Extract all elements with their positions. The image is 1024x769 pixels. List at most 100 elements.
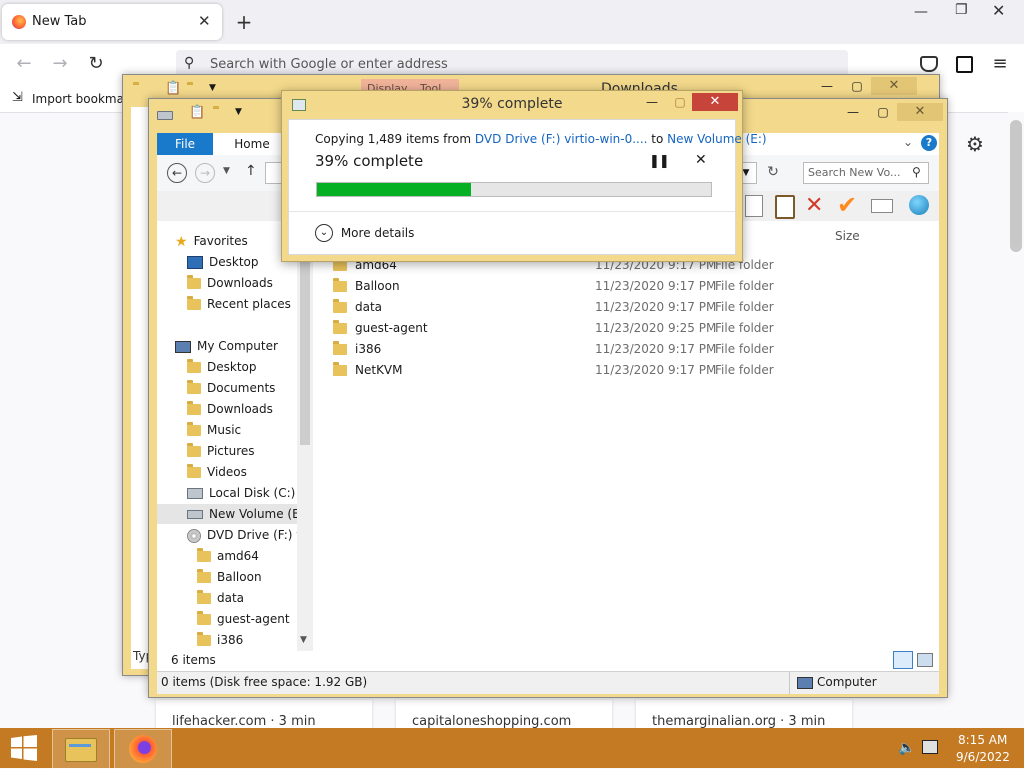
close-button[interactable]: ✕ [871, 77, 917, 95]
drive-icon [157, 111, 173, 120]
pictures-folder-icon [187, 443, 201, 457]
maximize-button[interactable]: ▢ [869, 103, 897, 121]
file-row[interactable]: i386 11/23/2020 9:17 PM File folder [333, 339, 933, 360]
window-restore-icon[interactable]: ❐ [955, 2, 968, 18]
checkmark-icon[interactable]: ✔ [837, 191, 857, 219]
nav-new-volume-e[interactable]: New Volume (E:) [157, 504, 308, 524]
close-button[interactable]: ✕ [897, 103, 943, 121]
paste-clipboard-icon[interactable] [775, 195, 795, 219]
forward-arrow-icon[interactable]: → [48, 52, 72, 76]
nav-computer-pictures[interactable]: Pictures [187, 441, 255, 461]
nav-scroll-thumb[interactable] [300, 235, 310, 445]
percent-complete: 39% complete [315, 152, 424, 170]
nav-local-disk-c[interactable]: Local Disk (C:) [187, 483, 295, 503]
window-close-icon[interactable]: ✕ [992, 1, 1005, 20]
rename-icon[interactable] [871, 199, 893, 213]
page-scrollbar[interactable] [1008, 112, 1024, 728]
file-row[interactable]: Balloon 11/23/2020 9:17 PM File folder [333, 276, 933, 297]
account-icon[interactable] [956, 56, 973, 73]
nav-computer-music[interactable]: Music [187, 420, 241, 440]
windows-drive-icon [187, 488, 203, 499]
nav-computer-videos[interactable]: Videos [187, 462, 247, 482]
copy-icon[interactable] [745, 195, 763, 217]
file-row[interactable]: NetKVM 11/23/2020 9:17 PM File folder [333, 360, 933, 381]
pause-icon[interactable]: ❚❚ [649, 154, 670, 169]
nav-my-computer[interactable]: My Computer [175, 336, 278, 356]
nav-scroll-down-icon[interactable]: ▼ [300, 635, 307, 645]
nav-favorites-desktop[interactable]: Desktop [187, 252, 259, 272]
nav-favorites[interactable]: ★ Favorites [175, 231, 248, 251]
nav-dvd-amd64[interactable]: amd64 [197, 546, 259, 566]
tab-home[interactable]: Home [227, 133, 277, 155]
menu-hamburger-icon[interactable]: ≡ [988, 52, 1012, 76]
nav-dvd-data[interactable]: data [197, 588, 244, 608]
folder-icon [197, 569, 211, 583]
delete-x-icon[interactable]: ✕ [805, 193, 823, 218]
nav-dvd-balloon[interactable]: Balloon [197, 567, 262, 587]
network-icon[interactable] [922, 740, 938, 754]
minimize-button[interactable]: — [638, 93, 666, 111]
recent-locations-dropdown-icon[interactable]: ▼ [223, 166, 230, 176]
import-bookmarks-link[interactable]: Import bookmark [32, 92, 136, 106]
cancel-x-icon[interactable]: ✕ [695, 152, 707, 168]
clock-time[interactable]: 8:15 AM [958, 733, 1007, 747]
search-box[interactable]: Search New Vo... ⚲ [803, 162, 929, 184]
quick-access-dropdown-icon[interactable]: ▼ [235, 107, 242, 117]
file-list: Size amd64 11/23/2020 9:17 PM File folde… [313, 221, 939, 651]
nav-computer-downloads[interactable]: Downloads [187, 399, 273, 419]
folder-icon [333, 278, 347, 292]
minimize-button[interactable]: — [839, 103, 867, 121]
refresh-icon[interactable]: ↻ [763, 162, 783, 182]
back-arrow-icon[interactable]: ← [12, 52, 36, 76]
window-minimize-icon[interactable]: — [914, 4, 928, 20]
ribbon-expand-chevron-icon[interactable]: ⌄ [903, 135, 913, 149]
start-button[interactable] [0, 728, 48, 768]
nav-computer-desktop[interactable]: Desktop [187, 357, 257, 377]
progress-bar [316, 182, 712, 197]
help-icon[interactable]: ? [921, 135, 937, 151]
nav-dvd-drive-f[interactable]: DVD Drive (F:) vir [187, 525, 312, 545]
new-tab-plus-icon[interactable]: + [232, 10, 256, 34]
forward-button[interactable]: → [195, 163, 215, 183]
settings-gear-icon[interactable]: ⚙ [966, 132, 984, 156]
file-row[interactable]: guest-agent 11/23/2020 9:25 PM File fold… [333, 318, 933, 339]
up-arrow-icon[interactable]: ↑ [245, 163, 257, 179]
maximize-button[interactable]: ▢ [843, 77, 871, 95]
page-scroll-thumb[interactable] [1010, 120, 1022, 252]
destination-link[interactable]: New Volume (E:) [667, 132, 766, 146]
more-details-button[interactable]: ⌄ More details [315, 224, 414, 242]
quick-access-dropdown-icon[interactable]: ▼ [209, 83, 216, 93]
details-view-icon[interactable] [893, 651, 913, 669]
file-type: File folder [715, 321, 774, 335]
minimize-button[interactable]: — [813, 77, 841, 95]
nav-dvd-i386[interactable]: i386 [197, 630, 243, 650]
taskbar-file-explorer[interactable] [52, 729, 110, 769]
browser-tab-new-tab[interactable]: New Tab ✕ [2, 4, 222, 40]
nav-dvd-guest-agent[interactable]: guest-agent [197, 609, 290, 629]
clock-date[interactable]: 9/6/2022 [956, 750, 1010, 764]
url-placeholder: Search with Google or enter address [210, 57, 448, 72]
maximize-button[interactable]: ▢ [666, 93, 694, 111]
source-link[interactable]: DVD Drive (F:) virtio-win-0.... [475, 132, 648, 146]
nav-favorites-recent[interactable]: Recent places [187, 294, 291, 314]
globe-icon[interactable] [909, 195, 929, 215]
back-button[interactable]: ← [167, 163, 187, 183]
volume-muted-icon[interactable]: 🔈 [898, 740, 915, 756]
desktop-folder-icon [187, 359, 201, 373]
large-icons-view-icon[interactable] [917, 653, 933, 667]
windows-logo-icon [11, 735, 37, 761]
nav-scrollbar[interactable]: ▼ [297, 221, 313, 651]
taskbar-firefox[interactable] [114, 729, 172, 769]
file-row[interactable]: data 11/23/2020 9:17 PM File folder [333, 297, 933, 318]
tab-file[interactable]: File [157, 133, 213, 155]
copy-progress-dialog[interactable]: 39% complete — ▢ ✕ Copying 1,489 items f… [281, 90, 767, 262]
close-tab-icon[interactable]: ✕ [198, 12, 211, 30]
nav-favorites-downloads[interactable]: Downloads [187, 273, 273, 293]
status-bar: 0 items (Disk free space: 1.92 GB) Compu… [157, 671, 939, 694]
close-button[interactable]: ✕ [692, 93, 738, 111]
pocket-icon[interactable] [920, 56, 938, 72]
reload-icon[interactable]: ↻ [84, 52, 108, 76]
nav-computer-documents[interactable]: Documents [187, 378, 275, 398]
top-site-label: themarginalian.org · 3 min [652, 714, 826, 729]
column-header-size[interactable]: Size [835, 229, 860, 243]
